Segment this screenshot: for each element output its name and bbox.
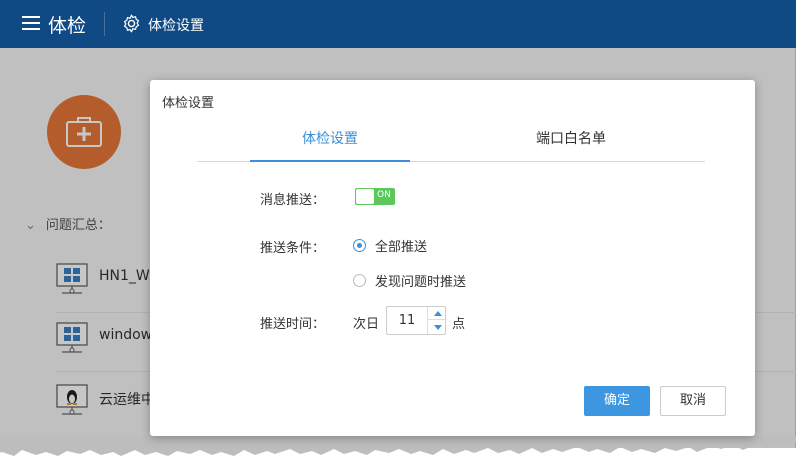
topbar-divider (104, 12, 105, 36)
increment-icon[interactable] (428, 307, 447, 320)
settings-dialog: 体检设置 体检设置 端口白名单 消息推送： ON 推送条件： 全部推送 发现问题… (150, 80, 755, 436)
next-day-label: 次日 (353, 317, 380, 332)
radio-push-on-issue[interactable]: 发现问题时推送 (353, 271, 466, 290)
hamburger-menu-icon[interactable] (22, 16, 40, 30)
top-bar: 体检 体检设置 (0, 0, 796, 48)
torn-edge-decoration (0, 436, 796, 456)
toggle-on-text: ON (377, 190, 391, 200)
radio-label: 发现问题时推送 (375, 275, 467, 290)
tab-checkup-settings[interactable]: 体检设置 (250, 124, 410, 162)
cancel-button[interactable]: 取消 (660, 386, 726, 416)
push-message-toggle[interactable]: ON (355, 188, 395, 205)
tab-port-whitelist[interactable]: 端口白名单 (501, 124, 641, 162)
decrement-icon[interactable] (428, 321, 447, 334)
radio-dot (353, 239, 366, 252)
radio-push-all[interactable]: 全部推送 (353, 236, 427, 255)
push-time-label: 推送时间： (260, 317, 326, 332)
radio-label: 全部推送 (375, 240, 428, 255)
tab-bar: 体检设置 端口白名单 (197, 124, 705, 162)
hour-stepper (386, 306, 447, 335)
push-message-label: 消息推送： (260, 193, 326, 208)
gear-icon (123, 14, 140, 33)
hour-unit-label: 点 (452, 317, 466, 332)
confirm-button[interactable]: 确定 (584, 386, 650, 416)
toggle-knob (356, 189, 374, 204)
radio-dot (353, 274, 366, 287)
stepper-arrows (427, 307, 447, 334)
hour-input[interactable] (387, 307, 427, 334)
push-condition-label: 推送条件： (260, 241, 326, 256)
app-title: 体检 (48, 15, 87, 37)
breadcrumb[interactable]: 体检设置 (148, 15, 204, 35)
dialog-title: 体检设置 (162, 96, 215, 111)
